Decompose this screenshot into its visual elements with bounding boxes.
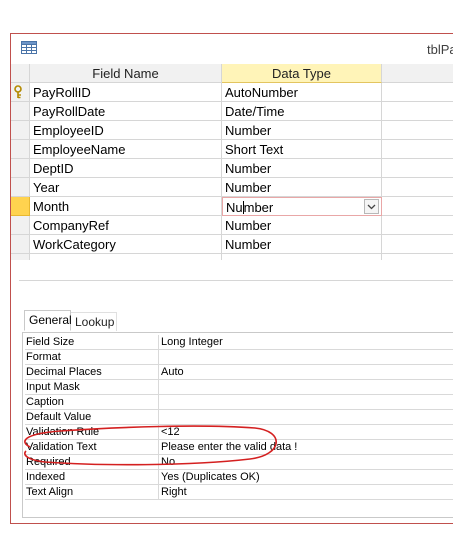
row-selector[interactable] bbox=[11, 216, 30, 235]
field-properties-pane: General Lookup Field Size Long Integer F… bbox=[19, 280, 453, 518]
property-row[interactable]: Decimal Places Auto bbox=[25, 365, 453, 380]
property-label: Text Align bbox=[25, 485, 159, 500]
field-name-header[interactable]: Field Name bbox=[30, 64, 222, 83]
property-label: Format bbox=[25, 350, 159, 365]
table-row[interactable]: Year Number bbox=[11, 178, 453, 197]
table-row[interactable]: PayRollID AutoNumber bbox=[11, 83, 453, 102]
property-label: Required bbox=[25, 455, 159, 470]
table-row[interactable]: DeptID Number bbox=[11, 159, 453, 178]
field-name-cell[interactable]: WorkCategory bbox=[30, 235, 222, 254]
data-type-cell[interactable]: Short Text bbox=[222, 140, 382, 159]
table-row[interactable]: EmployeeName Short Text bbox=[11, 140, 453, 159]
row-selector[interactable] bbox=[11, 235, 30, 254]
data-type-header[interactable]: Data Type bbox=[222, 64, 382, 83]
property-value[interactable]: Yes (Duplicates OK) bbox=[159, 470, 453, 485]
property-label: Field Size bbox=[25, 335, 159, 350]
select-all-corner[interactable] bbox=[11, 64, 30, 83]
data-type-text-after-caret: mber bbox=[243, 200, 274, 215]
description-cell[interactable] bbox=[382, 197, 453, 216]
data-type-cell[interactable] bbox=[222, 254, 382, 260]
property-row[interactable]: Required No bbox=[25, 455, 453, 470]
row-selector[interactable] bbox=[11, 121, 30, 140]
table-row[interactable]: EmployeeID Number bbox=[11, 121, 453, 140]
description-header[interactable] bbox=[382, 64, 453, 83]
data-type-cell[interactable]: AutoNumber bbox=[222, 83, 382, 102]
property-row[interactable]: Input Mask bbox=[25, 380, 453, 395]
grid-header-row: Field Name Data Type bbox=[11, 64, 453, 83]
table-row[interactable]: PayRollDate Date/Time bbox=[11, 102, 453, 121]
row-selector[interactable] bbox=[11, 178, 30, 197]
field-name-cell[interactable]: Month bbox=[30, 197, 222, 216]
property-value[interactable]: Right bbox=[159, 485, 453, 500]
property-value[interactable] bbox=[159, 350, 453, 365]
row-selector[interactable] bbox=[11, 254, 30, 260]
row-selector[interactable] bbox=[11, 159, 30, 178]
table-row[interactable]: CompanyRef Number bbox=[11, 216, 453, 235]
data-type-dropdown[interactable]: Number bbox=[222, 197, 382, 216]
table-row-selected[interactable]: Month Number bbox=[11, 197, 453, 216]
property-value[interactable]: Long Integer bbox=[159, 335, 453, 350]
field-name-cell[interactable]: EmployeeName bbox=[30, 140, 222, 159]
data-type-cell[interactable]: Number bbox=[222, 121, 382, 140]
property-value[interactable]: Auto bbox=[159, 365, 453, 380]
data-type-cell[interactable]: Number bbox=[222, 216, 382, 235]
document-tab-title[interactable]: tblPa bbox=[427, 42, 453, 57]
data-type-cell[interactable]: Number bbox=[222, 178, 382, 197]
property-row[interactable]: Default Value bbox=[25, 410, 453, 425]
chevron-down-icon bbox=[367, 204, 376, 209]
document-tab-bar: tblPa bbox=[11, 34, 453, 65]
table-row[interactable]: WorkCategory Number bbox=[11, 235, 453, 254]
property-label: Input Mask bbox=[25, 380, 159, 395]
data-type-cell[interactable]: Number bbox=[222, 235, 382, 254]
row-selector[interactable] bbox=[11, 102, 30, 121]
property-row[interactable]: Caption bbox=[25, 395, 453, 410]
data-type-text-before-caret: Nu bbox=[226, 200, 243, 215]
property-value[interactable]: <12 bbox=[159, 425, 453, 440]
description-cell[interactable] bbox=[382, 121, 453, 140]
description-cell[interactable] bbox=[382, 216, 453, 235]
general-properties-panel: Field Size Long Integer Format Decimal P… bbox=[22, 332, 453, 518]
property-value[interactable] bbox=[159, 395, 453, 410]
property-row[interactable]: Text Align Right bbox=[25, 485, 453, 500]
property-value[interactable]: No bbox=[159, 455, 453, 470]
property-value[interactable] bbox=[159, 410, 453, 425]
description-cell[interactable] bbox=[382, 102, 453, 121]
property-row[interactable]: Indexed Yes (Duplicates OK) bbox=[25, 470, 453, 485]
data-type-cell[interactable]: Number bbox=[222, 159, 382, 178]
data-type-cell[interactable]: Date/Time bbox=[222, 102, 382, 121]
property-label: Validation Rule bbox=[25, 425, 159, 440]
description-cell[interactable] bbox=[382, 159, 453, 178]
description-cell[interactable] bbox=[382, 140, 453, 159]
table-icon bbox=[21, 41, 37, 59]
data-type-dropdown-button[interactable] bbox=[364, 199, 379, 214]
property-value[interactable] bbox=[159, 380, 453, 395]
row-selector[interactable] bbox=[11, 140, 30, 159]
row-selector[interactable] bbox=[11, 83, 30, 102]
property-label: Default Value bbox=[25, 410, 159, 425]
property-label: Indexed bbox=[25, 470, 159, 485]
property-row[interactable]: Field Size Long Integer bbox=[25, 335, 453, 350]
field-name-cell[interactable]: PayRollID bbox=[30, 83, 222, 102]
table-row[interactable] bbox=[11, 254, 453, 260]
tab-lookup[interactable]: Lookup bbox=[71, 312, 117, 331]
field-name-cell[interactable]: EmployeeID bbox=[30, 121, 222, 140]
row-selector-current[interactable] bbox=[11, 197, 30, 216]
field-name-cell[interactable]: PayRollDate bbox=[30, 102, 222, 121]
property-label: Validation Text bbox=[25, 440, 159, 455]
description-cell[interactable] bbox=[382, 235, 453, 254]
field-name-cell[interactable]: CompanyRef bbox=[30, 216, 222, 235]
property-label: Caption bbox=[25, 395, 159, 410]
description-cell[interactable] bbox=[382, 83, 453, 102]
property-label: Decimal Places bbox=[25, 365, 159, 380]
property-row[interactable]: Validation Text Please enter the valid d… bbox=[25, 440, 453, 455]
description-cell[interactable] bbox=[382, 178, 453, 197]
field-name-cell[interactable] bbox=[30, 254, 222, 260]
tab-general[interactable]: General bbox=[24, 310, 72, 331]
property-row[interactable]: Format bbox=[25, 350, 453, 365]
property-value[interactable]: Please enter the valid data ! bbox=[159, 440, 453, 455]
field-name-cell[interactable]: Year bbox=[30, 178, 222, 197]
field-name-cell[interactable]: DeptID bbox=[30, 159, 222, 178]
property-row[interactable]: Validation Rule <12 bbox=[25, 425, 453, 440]
table-design-window: tblPa Field Name Data Type PayRollID bbox=[10, 33, 453, 524]
